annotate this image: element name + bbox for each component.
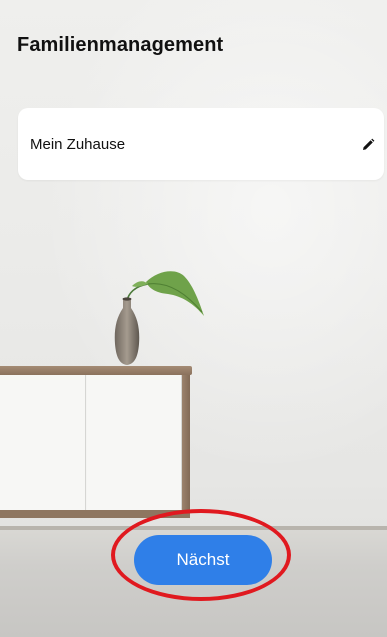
pencil-icon-glyph (363, 138, 375, 150)
next-button[interactable]: Nächst (134, 535, 272, 585)
baseboard (0, 526, 387, 530)
cabinet-base (0, 510, 190, 518)
pencil-icon[interactable] (360, 137, 376, 153)
cabinet-side (182, 375, 190, 513)
cabinet-door-left (0, 375, 86, 511)
cabinet-top (0, 366, 192, 375)
vase-image (114, 297, 140, 365)
home-name-label: Mein Zuhause (30, 136, 126, 153)
page-title: Familienmanagement (17, 34, 224, 56)
cabinet-door-right (87, 375, 182, 511)
